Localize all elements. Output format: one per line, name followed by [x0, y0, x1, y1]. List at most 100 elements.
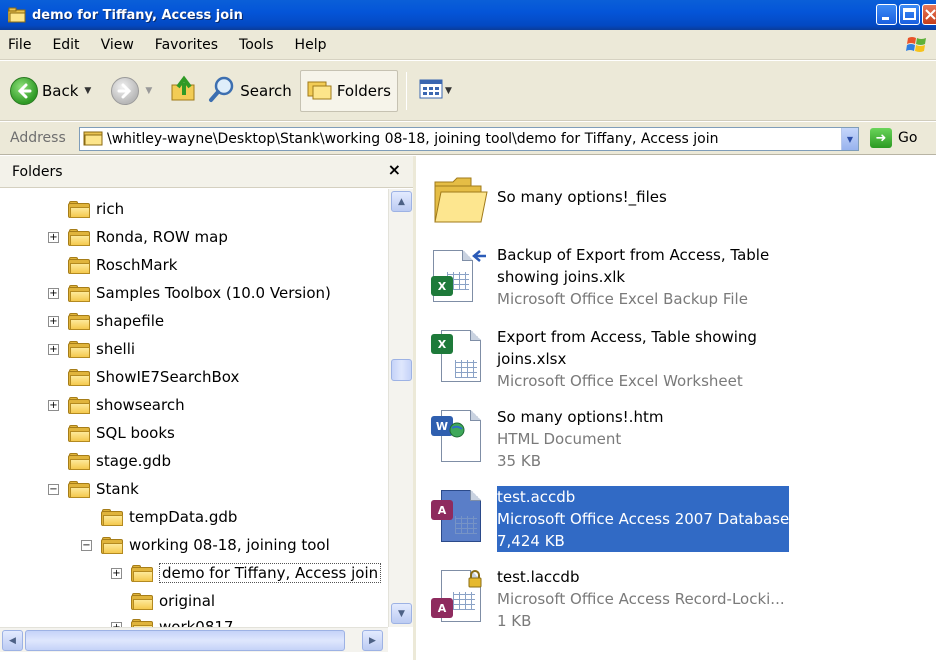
back-label: Back [42, 81, 79, 100]
expand-icon[interactable]: + [48, 288, 59, 299]
close-button[interactable] [922, 4, 936, 25]
excel-backup-icon: X [431, 244, 493, 306]
expand-icon[interactable]: + [48, 316, 59, 327]
minimize-button[interactable] [876, 4, 897, 25]
scroll-thumb[interactable] [391, 359, 412, 381]
tree-item-shapefile[interactable]: + shapefile [48, 308, 165, 334]
tree-item-working-08-18[interactable]: − working 08-18, joining tool [81, 532, 330, 558]
expand-icon[interactable]: + [48, 400, 59, 411]
folder-icon [68, 256, 90, 274]
tree-item-label: shapefile [96, 312, 165, 330]
menu-edit[interactable]: Edit [40, 37, 88, 53]
scroll-up-icon[interactable]: ▲ [391, 191, 412, 212]
tree-item-showie7searchbox[interactable]: ShowIE7SearchBox [68, 364, 239, 390]
folder-tree-horizontal-scrollbar[interactable]: ◀ ▶ [0, 627, 388, 652]
scroll-left-icon[interactable]: ◀ [2, 630, 23, 651]
toolbar: Back ▼ ▼ Search Folders ▼ [0, 61, 936, 121]
folder-icon [68, 424, 90, 442]
file-item-backup-xlk[interactable]: X Backup of Export from Access, Table sh… [431, 244, 817, 310]
tree-item-tempdata-gdb[interactable]: tempData.gdb [101, 504, 237, 530]
expand-icon[interactable]: + [48, 344, 59, 355]
folder-icon [68, 312, 90, 330]
tree-item-label: demo for Tiffany, Access join [159, 563, 382, 583]
tree-item-label: RoschMark [96, 256, 178, 274]
menu-help[interactable]: Help [283, 37, 336, 53]
collapse-icon[interactable]: − [81, 540, 92, 551]
folder-icon [68, 368, 90, 386]
expand-icon[interactable]: + [48, 232, 59, 243]
tree-item-ronda[interactable]: + Ronda, ROW map [48, 224, 228, 250]
file-name: test.laccdb [497, 568, 580, 586]
menu-file[interactable]: File [0, 37, 40, 53]
forward-dropdown-icon[interactable]: ▼ [145, 86, 152, 96]
folder-icon [131, 618, 153, 627]
tree-item-stank[interactable]: − Stank [48, 476, 139, 502]
search-button[interactable]: Search [204, 70, 296, 112]
address-input[interactable]: \whitley-wayne\Desktop\Stank\working 08-… [79, 127, 859, 151]
views-dropdown-icon[interactable]: ▼ [445, 86, 452, 96]
tree-item-label: shelli [96, 340, 136, 358]
folders-pane: Folders × rich + Ronda, ROW map RoschMar… [0, 156, 416, 660]
close-icon[interactable]: × [388, 160, 401, 179]
file-item-export-xlsx[interactable]: X Export from Access, Table showing join… [431, 326, 807, 392]
collapse-icon[interactable]: − [48, 484, 59, 495]
tree-item-label: Stank [96, 480, 139, 498]
title-bar[interactable]: demo for Tiffany, Access join [0, 0, 936, 30]
file-item-so-many-options-files[interactable]: So many options!_files [431, 170, 667, 232]
go-label: Go [898, 130, 918, 146]
menu-view[interactable]: View [89, 37, 143, 53]
folder-icon [101, 536, 123, 554]
file-item-so-many-options-htm[interactable]: W So many options!.htm HTML Document 35 … [431, 406, 663, 472]
tree-item-label: Ronda, ROW map [96, 228, 228, 246]
go-arrow-icon: ➜ [870, 128, 892, 148]
scroll-thumb[interactable] [25, 630, 345, 651]
folder-tree-vertical-scrollbar[interactable]: ▲ ▼ [388, 189, 413, 627]
address-label: Address [10, 130, 66, 146]
back-dropdown-icon[interactable]: ▼ [84, 86, 91, 96]
tree-item-label: showsearch [96, 396, 185, 414]
maximize-button[interactable] [899, 4, 920, 25]
forward-button[interactable]: ▼ [107, 70, 156, 112]
tree-item-demo-for-tiffany[interactable]: + demo for Tiffany, Access join [111, 560, 382, 586]
search-label: Search [240, 81, 292, 100]
up-button[interactable] [166, 70, 204, 112]
file-name: Backup of Export from Access, Table show… [497, 246, 770, 286]
scroll-down-icon[interactable]: ▼ [391, 603, 412, 624]
excel-worksheet-icon: X [431, 326, 493, 388]
file-name: test.accdb [497, 488, 576, 506]
folders-button[interactable]: Folders [299, 69, 398, 112]
file-name: So many options!.htm [497, 408, 664, 426]
tree-item-work0817[interactable]: + work0817 [111, 614, 234, 627]
scroll-right-icon[interactable]: ▶ [362, 630, 383, 651]
file-type: Microsoft Office Access Record-Locki... [497, 590, 785, 608]
folder-icon [68, 480, 90, 498]
back-button[interactable]: Back ▼ [6, 70, 95, 112]
tree-item-samples-toolbox[interactable]: + Samples Toolbox (10.0 Version) [48, 280, 331, 306]
file-item-test-laccdb[interactable]: A test.laccdb Microsoft Office Access Re… [431, 566, 785, 632]
folder-icon [68, 340, 90, 358]
tree-item-rich[interactable]: rich [68, 196, 124, 222]
windows-logo-icon [906, 34, 928, 56]
file-type: Microsoft Office Excel Worksheet [497, 372, 743, 390]
folders-icon [307, 78, 333, 104]
tree-item-stage-gdb[interactable]: stage.gdb [68, 448, 171, 474]
tree-item-sql-books[interactable]: SQL books [68, 420, 175, 446]
go-button[interactable]: ➜ Go [870, 128, 917, 148]
folder-icon [68, 452, 90, 470]
tree-item-showsearch[interactable]: + showsearch [48, 392, 185, 418]
tree-item-label: work0817 [159, 618, 234, 627]
expand-icon[interactable]: + [111, 568, 122, 579]
folder-icon [7, 7, 26, 23]
tree-item-roschmark[interactable]: RoschMark [68, 252, 177, 278]
menu-favorites[interactable]: Favorites [143, 37, 227, 53]
tree-item-shelli[interactable]: + shelli [48, 336, 136, 362]
folders-label: Folders [336, 81, 391, 100]
views-button[interactable]: ▼ [415, 70, 456, 112]
tree-item-label: working 08-18, joining tool [129, 536, 330, 554]
menu-tools[interactable]: Tools [227, 37, 283, 53]
address-dropdown-icon[interactable]: ▼ [841, 128, 858, 150]
tree-item-label: rich [96, 200, 125, 218]
up-folder-icon [170, 75, 200, 107]
tree-item-original[interactable]: original [131, 588, 215, 614]
file-item-test-accdb[interactable]: A test.accdb Microsoft Office Access 200… [431, 486, 790, 552]
